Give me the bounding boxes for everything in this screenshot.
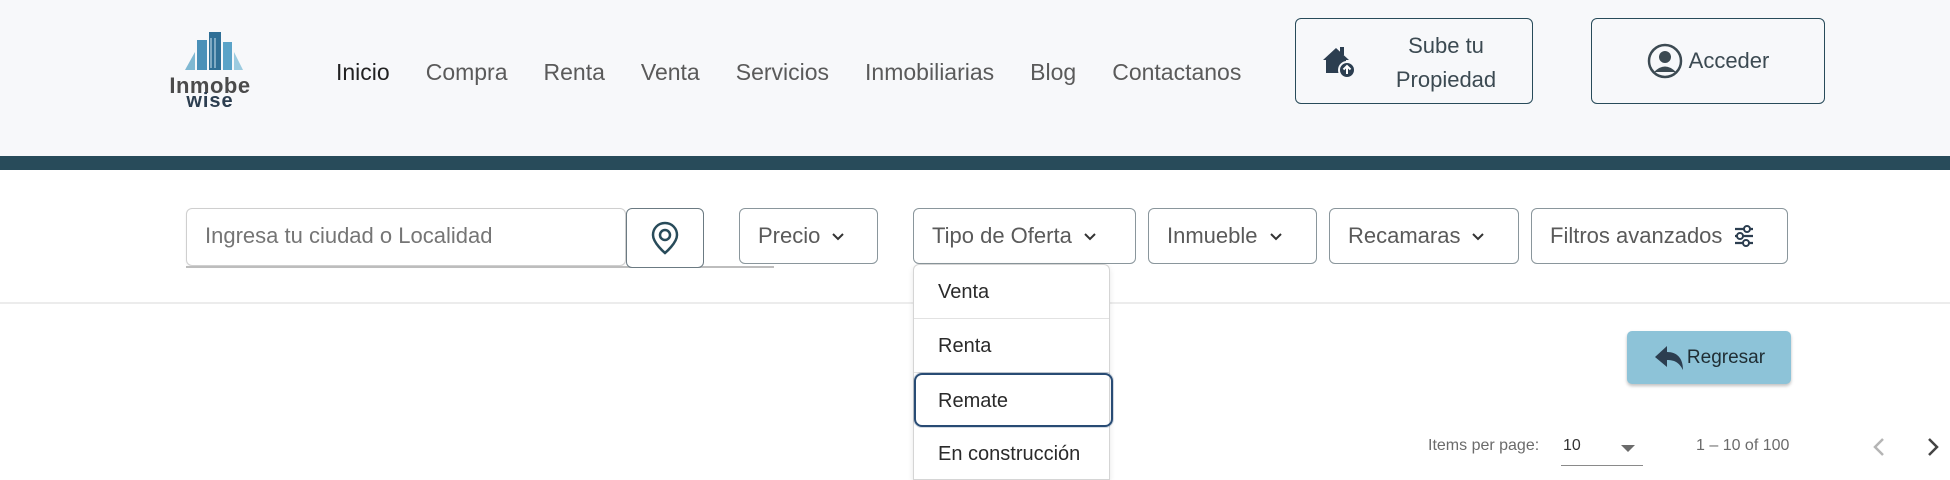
sube-propiedad-button[interactable]: Sube tu Propiedad bbox=[1295, 18, 1533, 104]
recamaras-dropdown[interactable]: Recamaras bbox=[1329, 208, 1519, 264]
items-per-page-label: Items per page: bbox=[1428, 437, 1540, 454]
sube-propiedad-label: Sube tu Propiedad bbox=[1366, 29, 1526, 97]
site-header: Inmobe wise Inicio Compra Renta Venta Se… bbox=[0, 0, 1950, 156]
regresar-button[interactable]: Regresar bbox=[1627, 331, 1791, 384]
nav-item-venta[interactable]: Venta bbox=[641, 56, 700, 88]
nav-item-inicio[interactable]: Inicio bbox=[336, 56, 390, 88]
acceder-label: Acceder bbox=[1688, 48, 1770, 73]
sube-line1: Sube tu bbox=[1408, 33, 1484, 58]
menu-item-remate[interactable]: Remate bbox=[914, 373, 1113, 427]
header-accent-bar bbox=[0, 156, 1950, 170]
sliders-icon bbox=[1735, 225, 1754, 247]
nav-item-contactanos[interactable]: Contactanos bbox=[1112, 56, 1241, 88]
tipo-oferta-dropdown[interactable]: Tipo de Oferta bbox=[913, 208, 1136, 264]
next-page-button[interactable] bbox=[1918, 432, 1948, 462]
user-circle-icon bbox=[1647, 43, 1682, 79]
nav-item-inmobiliarias[interactable]: Inmobiliarias bbox=[865, 56, 994, 88]
tipo-oferta-menu: Venta Renta Remate En construcción bbox=[913, 264, 1113, 480]
precio-label: Precio bbox=[758, 223, 821, 248]
nav-item-servicios[interactable]: Servicios bbox=[736, 56, 829, 88]
filtros-avanzados-button[interactable]: Filtros avanzados bbox=[1531, 208, 1788, 264]
page-size-value: 10 bbox=[1563, 437, 1581, 454]
previous-page-button[interactable] bbox=[1864, 432, 1894, 462]
menu-item-en-construccion[interactable]: En construcción bbox=[914, 427, 1109, 480]
page: Inmobe wise Inicio Compra Renta Venta Se… bbox=[0, 0, 1950, 480]
tipo-oferta-label: Tipo de Oferta bbox=[932, 223, 1072, 248]
main-nav: Inicio Compra Renta Venta Servicios Inmo… bbox=[336, 56, 1277, 88]
inmueble-label: Inmueble bbox=[1167, 223, 1258, 248]
precio-dropdown[interactable]: Precio bbox=[739, 208, 878, 264]
search-box bbox=[186, 208, 626, 266]
logo-subtext: wise bbox=[186, 90, 234, 112]
filtros-avanzados-label: Filtros avanzados bbox=[1550, 223, 1723, 248]
chevron-down-icon bbox=[1472, 233, 1485, 241]
page-range: 1 – 10 of 100 bbox=[1696, 437, 1790, 454]
chevron-down-icon bbox=[832, 233, 845, 241]
location-pin-icon bbox=[651, 221, 679, 255]
location-search-input[interactable] bbox=[205, 223, 605, 249]
nav-item-blog[interactable]: Blog bbox=[1030, 56, 1076, 88]
page-size-select[interactable]: 10 bbox=[1561, 432, 1643, 466]
acceder-button[interactable]: Acceder bbox=[1591, 18, 1825, 104]
menu-item-renta[interactable]: Renta bbox=[914, 319, 1109, 373]
nav-item-compra[interactable]: Compra bbox=[426, 56, 508, 88]
regresar-label: Regresar bbox=[1686, 346, 1766, 368]
house-upload-icon bbox=[1323, 47, 1356, 79]
nav-item-renta[interactable]: Renta bbox=[544, 56, 605, 88]
logo[interactable]: Inmobe wise bbox=[155, 30, 265, 112]
back-arrow-icon bbox=[1654, 345, 1683, 370]
chevron-down-icon bbox=[1269, 233, 1282, 241]
menu-item-venta[interactable]: Venta bbox=[914, 265, 1109, 319]
recamaras-label: Recamaras bbox=[1348, 223, 1461, 248]
sube-line2: Propiedad bbox=[1395, 67, 1497, 92]
location-button[interactable] bbox=[626, 208, 704, 268]
chevron-down-icon bbox=[1084, 233, 1096, 241]
dropdown-arrow-icon bbox=[1621, 445, 1635, 452]
inmueble-dropdown[interactable]: Inmueble bbox=[1148, 208, 1317, 264]
